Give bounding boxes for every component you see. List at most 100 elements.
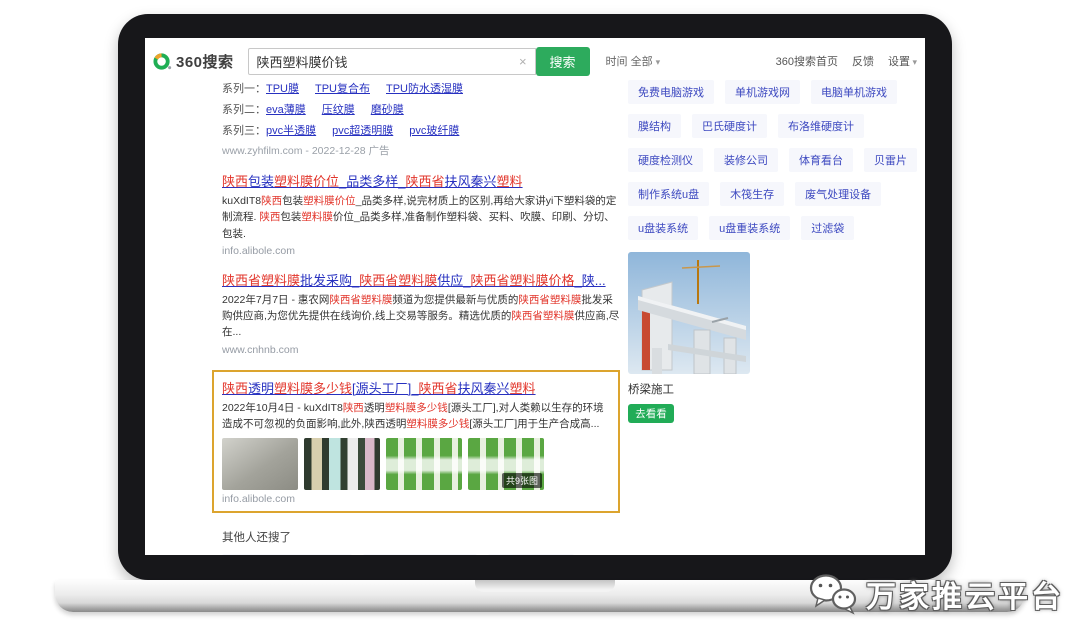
top-link[interactable]: 设置 ▾ [888, 53, 917, 69]
ad-series-row: 系列三：pvc半透膜pvc超透明膜pvc玻纤膜 [222, 122, 620, 138]
result-title[interactable]: 陕西省塑料膜批发采购_陕西省塑料膜供应_陕西省塑料膜价格_陕... [222, 270, 620, 289]
ad-link[interactable]: 压纹膜 [322, 104, 355, 116]
highlighted-text: 陕西省塑料膜 [222, 273, 300, 288]
sidebar-tag-pill[interactable]: 制作系统u盘 [628, 182, 709, 206]
sidebar-tag-pill[interactable]: 贝雷片 [864, 148, 917, 172]
search-input[interactable]: 陕西塑料膜价钱 [257, 52, 519, 71]
sidebar-tag-pill[interactable]: 过滤袋 [801, 216, 854, 240]
result-title[interactable]: 陕西包装塑料膜价位_品类多样_陕西省扶风秦兴塑料 [222, 171, 620, 190]
highlighted-text: 陕西省塑料膜 [329, 294, 392, 306]
text: 2022年10月4日 - kuXdIT8 [222, 402, 343, 414]
top-link[interactable]: 360搜索首页 [776, 53, 838, 69]
text: 透明 [248, 381, 274, 396]
result-title[interactable]: 陕西透明塑料膜多少钱[源头工厂]_陕西省扶风秦兴塑料 [222, 378, 610, 397]
result-url: info.alibole.com [222, 245, 620, 257]
bridge-illustration [628, 252, 750, 374]
360-logo-icon [153, 52, 172, 71]
text: 包装 [248, 174, 274, 189]
sidebar-tag-pill[interactable]: 布洛维硬度计 [778, 114, 864, 138]
sidebar-tag-pill[interactable]: 电脑单机游戏 [811, 80, 897, 104]
time-filter[interactable]: 时间 全部 ▾ [606, 53, 661, 69]
wechat-icon [808, 572, 858, 616]
highlighted-text: 塑料 [497, 174, 523, 189]
result-thumbnail[interactable]: 共9张图 [468, 438, 544, 490]
sidebar-tag-pill[interactable]: 单机游戏网 [725, 80, 800, 104]
result-snippet: 2022年7月7日 - 惠农网陕西省塑料膜频道为您提供最新与优质的陕西省塑料膜批… [222, 292, 620, 341]
text: 包装 [282, 195, 303, 207]
clear-icon[interactable]: × [519, 54, 527, 69]
search-result: 陕西省塑料膜批发采购_陕西省塑料膜供应_陕西省塑料膜价格_陕... 2022年7月… [222, 270, 620, 356]
watermark-brand: 万家推云平台 [866, 572, 1064, 616]
ad-link[interactable]: pvc玻纤膜 [409, 125, 459, 137]
highlighted-text: 陕西省塑料膜 [518, 294, 581, 306]
results-column: 系列一：TPU膜TPU复合布TPU防水透湿膜系列二：eva薄膜压纹膜磨砂膜系列三… [222, 80, 620, 555]
laptop-bezel: 360搜索 陕西塑料膜价钱 × 搜索 时间 全部 ▾ 360搜索首页反馈设置 ▾… [118, 14, 952, 580]
result-thumbnail[interactable] [386, 438, 462, 490]
screen: 360搜索 陕西塑料膜价钱 × 搜索 时间 全部 ▾ 360搜索首页反馈设置 ▾… [145, 38, 925, 555]
highlighted-text: 塑料膜价位 [303, 195, 356, 207]
search-box[interactable]: 陕西塑料膜价钱 × [248, 48, 536, 75]
go-see-button[interactable]: 去看看 [628, 404, 674, 423]
highlighted-text: 陕西 [222, 174, 248, 189]
text: 批发采购_ [300, 273, 359, 288]
laptop-notch [475, 580, 615, 592]
sidebar-tag-pill[interactable]: u盘装系统 [628, 216, 698, 240]
text: 频道为您提供最新与优质的 [392, 294, 518, 306]
sidebar-tag-pill[interactable]: 装修公司 [714, 148, 778, 172]
text: 供应_ [437, 273, 470, 288]
text: 扶风秦兴 [458, 381, 510, 396]
related-search-pill[interactable]: 陕西塑料膜厂 [488, 554, 574, 555]
related-row: 陕西连栋塑料温室价格 陕西pvc塑料膜厂家 陕西塑料膜厂 [222, 554, 620, 555]
time-filter-label: 时间 [606, 56, 628, 68]
results-main: 陕西包装塑料膜价位_品类多样_陕西省扶风秦兴塑料kuXdIT8陕西包装塑料膜价位… [222, 171, 620, 513]
ad-link[interactable]: eva薄膜 [266, 104, 306, 116]
top-link[interactable]: 反馈 [852, 53, 874, 69]
sidebar-tags: 免费电脑游戏单机游戏网电脑单机游戏膜结构巴氏硬度计布洛维硬度计硬度检测仪装修公司… [628, 80, 925, 240]
highlighted-text: 塑料膜价位 [274, 174, 339, 189]
sidebar-tag-pill[interactable]: 膜结构 [628, 114, 681, 138]
result-thumbnail[interactable] [304, 438, 380, 490]
related-search-pill[interactable]: 陕西pvc塑料膜厂家 [363, 554, 477, 555]
result-url: www.cnhnb.com [222, 344, 620, 356]
result-thumbnail[interactable] [222, 438, 298, 490]
sidebar-tag-pill[interactable]: 体育看台 [789, 148, 853, 172]
highlighted-text: 塑料膜多少钱 [274, 381, 352, 396]
text: _品类多样_ [339, 174, 405, 189]
sidebar-tag-pill[interactable]: 巴氏硬度计 [692, 114, 767, 138]
logo-text: 360搜索 [176, 51, 234, 72]
highlighted-text: 陕西 [343, 402, 364, 414]
text: kuXdIT8 [222, 195, 261, 207]
time-filter-scope: 全部 [631, 56, 653, 68]
sidebar-tag-row: 硬度检测仪装修公司体育看台贝雷片 [628, 148, 925, 172]
related-rows: 陕西连栋塑料温室价格陕西pvc塑料膜厂家陕西塑料膜厂陕西塑料管材生产厂家陕西塑料… [222, 554, 620, 555]
sidebar-tag-pill[interactable]: u盘重装系统 [709, 216, 790, 240]
ad-link[interactable]: pvc超透明膜 [332, 125, 393, 137]
ad-link[interactable]: TPU防水透湿膜 [386, 83, 463, 95]
highlighted-text: 塑料 [510, 381, 536, 396]
sidebar-tag-row: 膜结构巴氏硬度计布洛维硬度计 [628, 114, 925, 138]
ad-series-row: 系列一：TPU膜TPU复合布TPU防水透湿膜 [222, 80, 620, 96]
highlighted-text: 陕西省 [406, 174, 445, 189]
ad-link[interactable]: TPU膜 [266, 83, 299, 95]
sidebar-tag-pill[interactable]: 木筏生存 [720, 182, 784, 206]
bridge-construction-image[interactable] [628, 252, 750, 374]
result-url: info.alibole.com [222, 493, 610, 505]
ad-link[interactable]: 磨砂膜 [371, 104, 404, 116]
ad-link[interactable]: pvc半透膜 [266, 125, 316, 137]
search-button[interactable]: 搜索 [536, 47, 590, 76]
sidebar-tag-row: 制作系统u盘木筏生存废气处理设备 [628, 182, 925, 206]
ad-series-label: 系列二： [222, 104, 266, 116]
sidebar-tag-pill[interactable]: 废气处理设备 [795, 182, 881, 206]
text: [源头工厂]用于生产合成高... [469, 418, 599, 430]
highlighted-text: 陕西省塑料膜 [359, 273, 437, 288]
highlighted-text: 塑料膜 [301, 211, 333, 223]
highlighted-text: 塑料膜多少钱 [385, 402, 448, 414]
logo-360-search[interactable]: 360搜索 [153, 51, 234, 72]
sidebar-tag-row: u盘装系统 u盘重装系统过滤袋 [628, 216, 925, 240]
sidebar-tag-pill[interactable]: 硬度检测仪 [628, 148, 703, 172]
highlighted-text: 陕西 [261, 195, 282, 207]
related-search-pill[interactable]: 陕西连栋塑料温室价格 [222, 554, 352, 555]
ad-link[interactable]: TPU复合布 [315, 83, 370, 95]
sidebar-image-card: 桥梁施工 去看看 [628, 252, 750, 423]
sidebar-tag-pill[interactable]: 免费电脑游戏 [628, 80, 714, 104]
